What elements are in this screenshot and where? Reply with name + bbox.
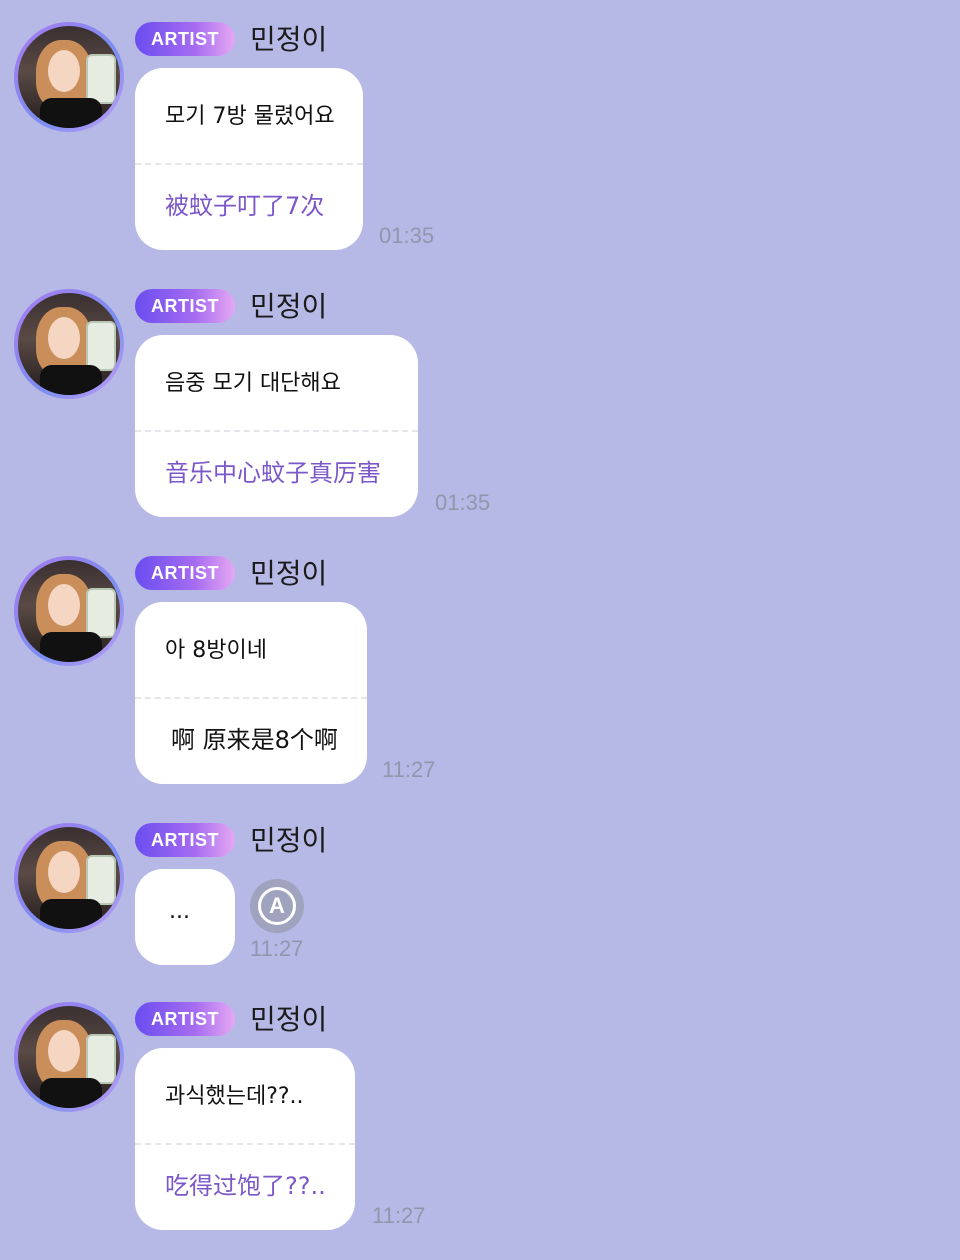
chat-message: ARTIST 민정이 ... A 11:27 — [0, 801, 960, 981]
message-time: 11:27 — [382, 757, 436, 782]
avatar[interactable] — [14, 289, 124, 399]
avatar[interactable] — [14, 22, 124, 132]
sender-name: 민정이 — [250, 1003, 328, 1036]
chat-message: ARTIST 민정이 음중 모기 대단해요 音乐中心蚊子真厉害 01:35 — [0, 267, 960, 534]
message-time: 11:27 — [372, 1203, 426, 1228]
avatar[interactable] — [14, 823, 124, 933]
translation-text: 被蚊子叮了7次 — [165, 192, 325, 220]
avatar[interactable] — [14, 1002, 124, 1112]
message-time: 01:35 — [435, 490, 491, 515]
sender-name: 민정이 — [250, 557, 328, 590]
divider — [135, 697, 367, 699]
message-bubble[interactable]: ... — [135, 869, 235, 965]
divider — [135, 1143, 355, 1145]
sender-name: 민정이 — [250, 23, 328, 56]
message-time: 11:27 — [250, 936, 304, 961]
artist-badge: ARTIST — [135, 289, 235, 323]
translation-text: 音乐中心蚊子真厉害 — [165, 459, 381, 487]
translation-text: 啊 原来是8个啊 — [171, 726, 338, 754]
message-bubble[interactable]: 모기 7방 물렸어요 被蚊子叮了7次 — [135, 68, 363, 250]
translation-text: 吃得过饱了??.. — [165, 1172, 326, 1200]
message-bubble[interactable]: 음중 모기 대단해요 音乐中心蚊子真厉害 — [135, 335, 418, 517]
divider — [135, 430, 418, 432]
message-text: 아 8방이네 — [165, 638, 267, 663]
message-text: 모기 7방 물렸어요 — [165, 104, 335, 129]
translate-icon[interactable]: A — [250, 879, 304, 933]
avatar[interactable] — [14, 556, 124, 666]
chat-message: ARTIST 민정이 아 8방이네 啊 原来是8个啊 11:27 — [0, 534, 960, 801]
sender-name: 민정이 — [250, 290, 328, 323]
message-text: 음중 모기 대단해요 — [165, 371, 341, 396]
chat-message: ARTIST 민정이 과식했는데??.. 吃得过饱了??.. 11:27 — [0, 980, 960, 1260]
message-time: 01:35 — [379, 223, 435, 248]
message-text: ... — [169, 899, 190, 924]
message-bubble[interactable]: 과식했는데??.. 吃得过饱了??.. — [135, 1048, 355, 1230]
divider — [135, 163, 363, 165]
artist-badge: ARTIST — [135, 823, 235, 857]
artist-badge: ARTIST — [135, 556, 235, 590]
chat-message: ARTIST 민정이 모기 7방 물렸어요 被蚊子叮了7次 01:35 — [0, 0, 960, 267]
sender-name: 민정이 — [250, 824, 328, 857]
message-bubble[interactable]: 아 8방이네 啊 原来是8个啊 — [135, 602, 367, 784]
artist-badge: ARTIST — [135, 1002, 235, 1036]
artist-badge: ARTIST — [135, 22, 235, 56]
message-text: 과식했는데??.. — [165, 1084, 304, 1109]
